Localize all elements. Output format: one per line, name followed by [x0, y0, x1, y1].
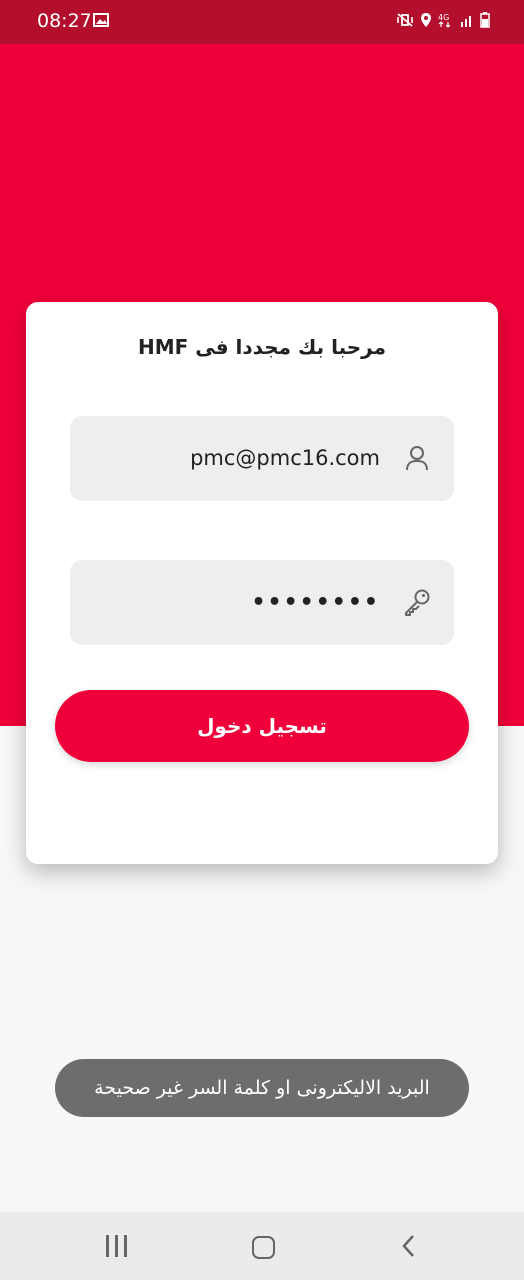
- email-field[interactable]: pmc@pmc16.com: [70, 416, 454, 501]
- mute-vibrate-icon: [397, 13, 413, 27]
- back-icon[interactable]: [400, 1234, 418, 1258]
- image-icon: [93, 13, 109, 27]
- login-button[interactable]: تسجيل دخول: [55, 690, 469, 762]
- status-bar: 08:27 4G: [0, 0, 524, 44]
- error-toast: البريد الاليكترونى او كلمة السر غير صحيح…: [55, 1059, 469, 1117]
- status-time: 08:27: [37, 10, 92, 32]
- page-title: مرحبا بك مجددا فى HMF: [137, 335, 386, 359]
- signal-icon: [461, 16, 471, 27]
- email-value: pmc@pmc16.com: [190, 446, 380, 470]
- key-icon: [405, 589, 430, 616]
- status-icons: 4G: [396, 12, 490, 28]
- recents-icon[interactable]: [103, 1235, 129, 1257]
- password-value: ••••••••: [251, 590, 380, 615]
- location-icon: [421, 13, 431, 27]
- login-card: مرحبا بك مجددا فى HMF pmc@pmc16.com ••••…: [26, 302, 498, 864]
- home-icon[interactable]: [252, 1236, 275, 1259]
- password-field[interactable]: ••••••••: [70, 560, 454, 645]
- svg-text:4G: 4G: [438, 13, 449, 22]
- battery-icon: [480, 12, 490, 28]
- navigation-bar: [0, 1212, 524, 1280]
- 4g-icon: 4G: [438, 13, 451, 28]
- user-icon: [406, 446, 428, 471]
